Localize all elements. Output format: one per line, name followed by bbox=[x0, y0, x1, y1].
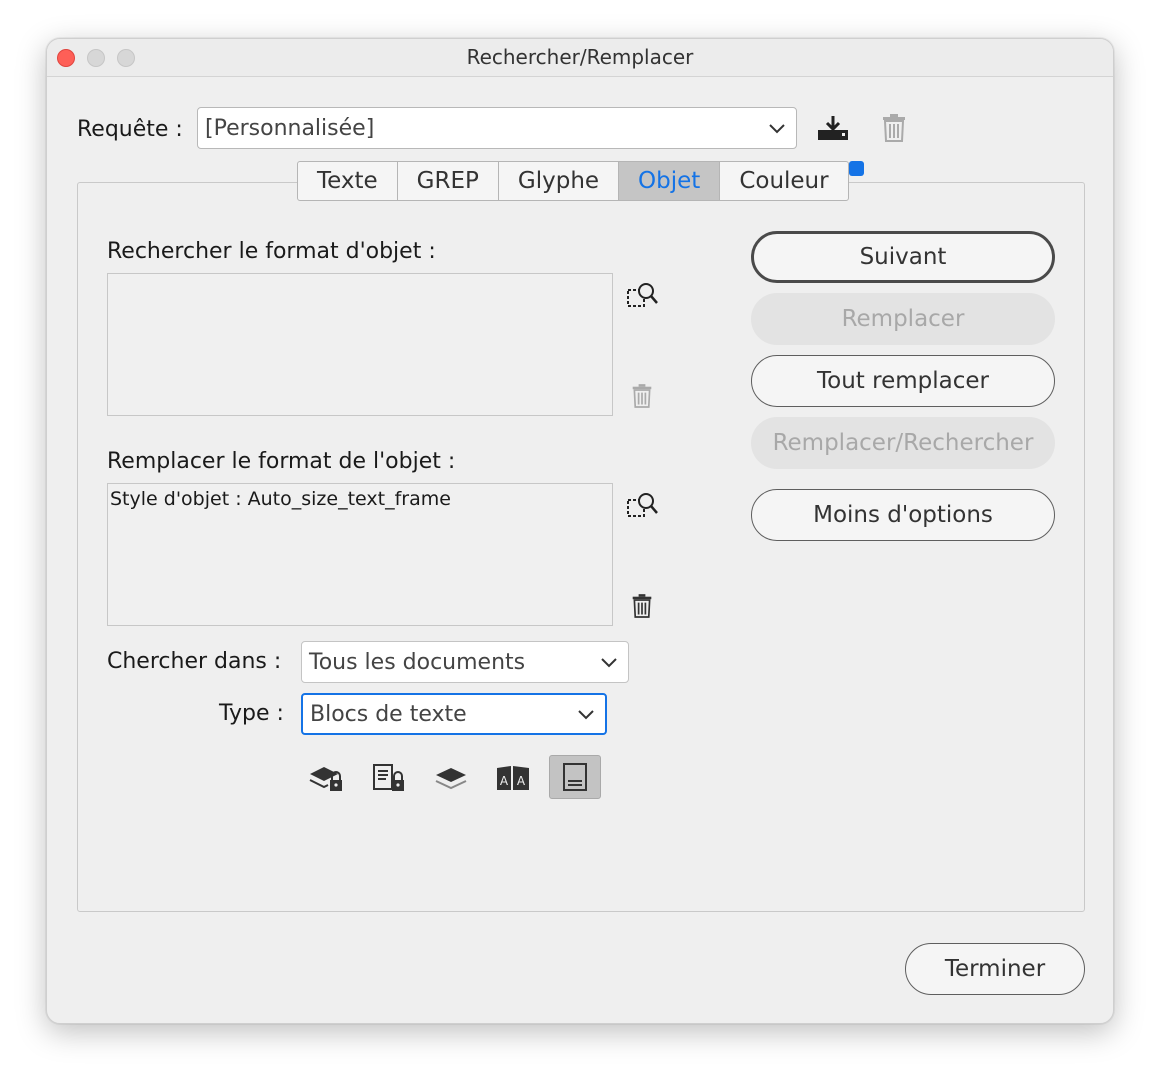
query-label: Requête : bbox=[77, 117, 183, 142]
clear-find-format-trash-icon[interactable] bbox=[627, 381, 657, 411]
locked-layers-icon[interactable] bbox=[303, 757, 351, 799]
type-value: Blocs de texte bbox=[310, 701, 467, 727]
trash-icon[interactable] bbox=[877, 111, 911, 145]
query-select[interactable]: [Personnalisée] bbox=[197, 107, 797, 149]
svg-text:A: A bbox=[517, 774, 526, 788]
new-feature-badge bbox=[849, 161, 864, 176]
specify-replace-format-icon[interactable] bbox=[625, 489, 661, 521]
find-format-field[interactable] bbox=[107, 273, 613, 416]
next-button[interactable]: Suivant bbox=[751, 231, 1055, 283]
find-replace-dialog: Rechercher/Remplacer Requête : [Personna… bbox=[46, 38, 1114, 1024]
tab-grep[interactable]: GREP bbox=[398, 162, 499, 200]
chevron-down-icon bbox=[769, 124, 785, 134]
search-in-value: Tous les documents bbox=[309, 649, 526, 675]
find-format-label: Rechercher le format d'objet : bbox=[107, 239, 436, 264]
save-query-icon[interactable] bbox=[813, 111, 853, 145]
chevron-down-icon bbox=[578, 710, 594, 720]
master-pages-icon[interactable]: AA bbox=[489, 757, 537, 799]
footnotes-icon[interactable] bbox=[549, 755, 601, 799]
replace-find-button[interactable]: Remplacer/Rechercher bbox=[751, 417, 1055, 469]
locked-stories-icon[interactable] bbox=[365, 757, 413, 799]
done-button[interactable]: Terminer bbox=[905, 943, 1085, 995]
replace-button[interactable]: Remplacer bbox=[751, 293, 1055, 345]
replace-format-field[interactable]: Style d'objet : Auto_size_text_frame bbox=[107, 483, 613, 626]
specify-find-format-icon[interactable] bbox=[625, 279, 661, 311]
search-mode-tabs: Texte GREP Glyphe Objet Couleur bbox=[297, 161, 849, 201]
hidden-layers-icon[interactable] bbox=[427, 757, 475, 799]
type-select[interactable]: Blocs de texte bbox=[301, 693, 607, 735]
replace-all-button[interactable]: Tout remplacer bbox=[751, 355, 1055, 407]
tab-color[interactable]: Couleur bbox=[720, 162, 847, 200]
type-label: Type : bbox=[219, 701, 284, 726]
query-value: [Personnalisée] bbox=[205, 115, 375, 141]
tab-glyph[interactable]: Glyphe bbox=[499, 162, 620, 200]
clear-replace-format-trash-icon[interactable] bbox=[627, 591, 657, 621]
svg-text:A: A bbox=[500, 774, 509, 788]
window-title: Rechercher/Remplacer bbox=[466, 45, 694, 69]
search-in-label: Chercher dans : bbox=[107, 649, 282, 674]
tab-text[interactable]: Texte bbox=[298, 162, 398, 200]
chevron-down-icon bbox=[601, 658, 617, 668]
replace-format-label: Remplacer le format de l'objet : bbox=[107, 449, 456, 474]
fewer-options-button[interactable]: Moins d'options bbox=[751, 489, 1055, 541]
search-in-select[interactable]: Tous les documents bbox=[301, 641, 629, 683]
tab-object[interactable]: Objet bbox=[619, 162, 721, 200]
title-bar: Rechercher/Remplacer bbox=[47, 39, 1113, 77]
